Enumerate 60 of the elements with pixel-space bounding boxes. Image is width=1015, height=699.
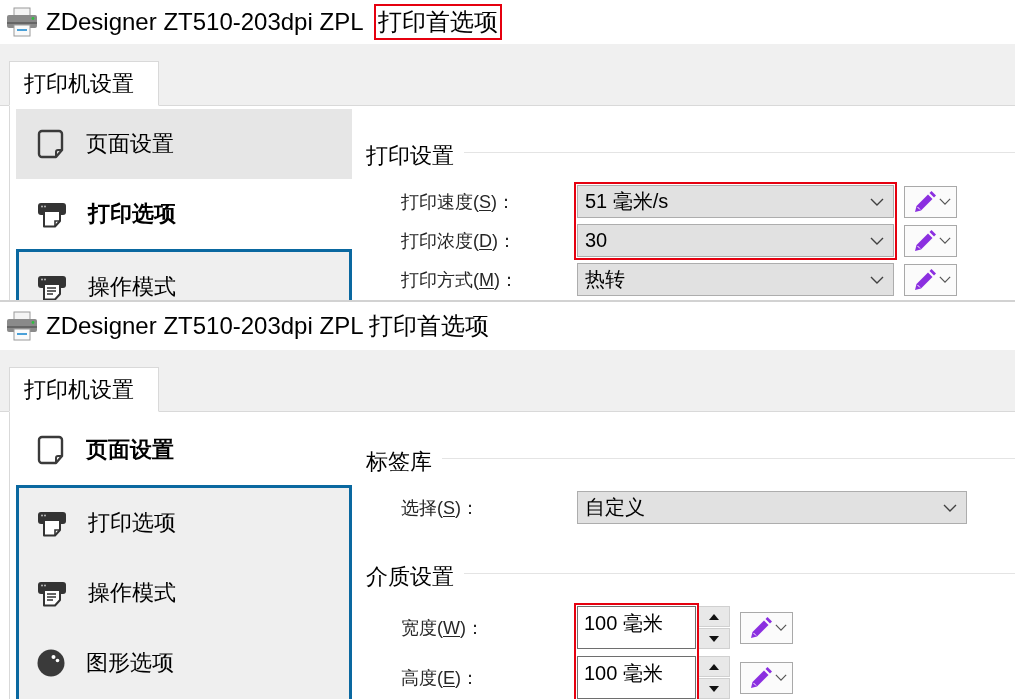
printer-icon	[37, 200, 67, 228]
section-heading: 介质设置	[366, 564, 454, 590]
pencil-icon	[913, 228, 937, 253]
nav-item[interactable]: 打印选项	[19, 488, 349, 558]
nav-item[interactable]: 操作模式	[19, 558, 349, 628]
field-label: 宽度(W)：	[401, 616, 485, 640]
page-icon	[37, 435, 65, 465]
field-label: 打印浓度(D)：	[401, 229, 517, 253]
tab[interactable]: 打印机设置	[9, 61, 159, 106]
chevron-down-icon	[939, 198, 951, 205]
number-input-field[interactable]: 100 毫米	[577, 656, 696, 699]
spin-up-button[interactable]	[697, 606, 730, 627]
nav-item[interactable]: 页面设置	[16, 109, 352, 179]
dropdown[interactable]: 30	[577, 224, 894, 257]
dropdown[interactable]: 51 毫米/s	[577, 185, 894, 218]
pencil-dropdown-button[interactable]	[904, 185, 957, 218]
window-title: ZDesigner ZT510-203dpi ZPL 打印首选项	[45, 311, 491, 341]
field-label: 高度(E)：	[401, 666, 480, 690]
chevron-down-icon	[870, 197, 884, 206]
chevron-down-icon	[939, 276, 951, 283]
pencil-dropdown-button[interactable]	[740, 611, 793, 644]
page-icon	[37, 129, 65, 159]
dropdown[interactable]: 自定义	[577, 491, 967, 524]
window-title: ZDesigner ZT510-203dpi ZPL	[45, 7, 365, 37]
printer-icon	[6, 311, 38, 341]
printer-icon	[6, 7, 38, 37]
field-label: 选择(S)：	[401, 496, 480, 520]
tab[interactable]: 打印机设置	[9, 367, 159, 412]
chevron-down-icon	[943, 503, 957, 512]
dropdown[interactable]: 热转	[577, 263, 894, 296]
chevron-down-icon	[870, 275, 884, 284]
spin-down-button[interactable]	[697, 678, 730, 699]
ball-icon	[37, 649, 65, 677]
highlighted-title-text: 打印首选项	[374, 4, 503, 40]
printer-icon	[37, 509, 67, 537]
triangle-up-icon	[708, 613, 719, 620]
pencil-icon	[913, 267, 937, 292]
number-input-field[interactable]: 100 毫米	[577, 606, 696, 649]
pencil-dropdown-button[interactable]	[904, 263, 957, 296]
pencil-icon	[749, 665, 773, 690]
chevron-down-icon	[775, 674, 787, 681]
field-label: 打印速度(S)：	[401, 190, 516, 214]
section-heading: 打印设置	[366, 143, 454, 169]
triangle-up-icon	[708, 663, 719, 670]
triangle-down-icon	[708, 635, 719, 642]
spin-up-button[interactable]	[697, 656, 730, 677]
chevron-down-icon	[870, 236, 884, 245]
printer-document-icon	[37, 579, 67, 607]
pencil-icon	[913, 189, 937, 214]
nav-item[interactable]: 操作模式	[19, 252, 349, 300]
field-label: 打印方式(M)：	[401, 268, 519, 292]
chevron-down-icon	[939, 237, 951, 244]
pencil-dropdown-button[interactable]	[740, 661, 793, 694]
nav-item[interactable]: 图形选项	[19, 628, 349, 698]
pencil-icon	[749, 615, 773, 640]
spin-down-button[interactable]	[697, 628, 730, 649]
section-heading: 标签库	[366, 449, 432, 475]
triangle-down-icon	[708, 685, 719, 692]
chevron-down-icon	[775, 624, 787, 631]
pencil-dropdown-button[interactable]	[904, 224, 957, 257]
